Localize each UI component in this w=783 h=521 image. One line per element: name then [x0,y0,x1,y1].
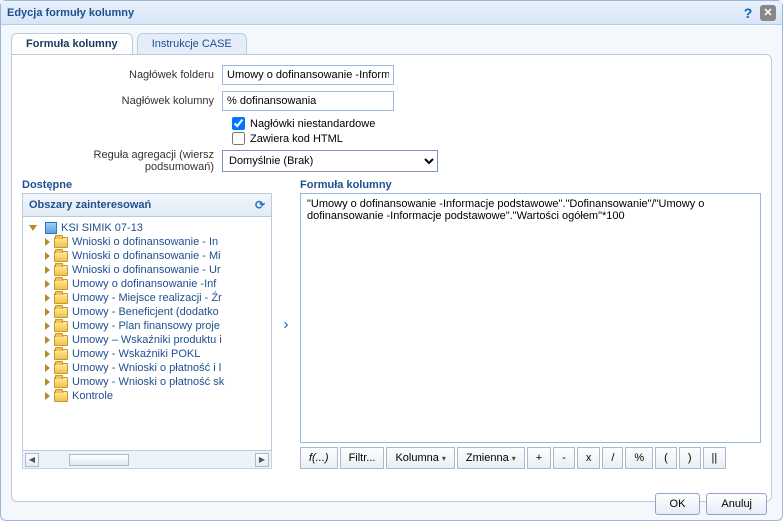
tree-item[interactable]: Umowy - Wnioski o płatność sk [45,375,269,389]
folder-icon [54,251,68,262]
scroll-right-icon[interactable]: ▶ [255,453,269,467]
chevron-right-icon [45,350,50,358]
plus-button[interactable]: + [527,447,551,469]
tree-item[interactable]: Umowy - Beneficjent (dodatko [45,305,269,319]
folder-header-label: Nagłówek folderu [22,69,222,81]
available-title: Dostępne [22,179,272,191]
custom-headers-checkbox[interactable] [232,117,245,130]
help-icon[interactable]: ? [740,5,756,21]
folder-icon [54,321,68,332]
chevron-right-icon [45,238,50,246]
folder-icon [54,307,68,318]
formula-toolbar: f(...) Filtr... Kolumna▾ Zmienna▾ + - x … [300,447,761,469]
variable-button[interactable]: Zmienna▾ [457,447,525,469]
titlebar: Edycja formuły kolumny ? ✕ [1,1,782,25]
agg-rule-select[interactable]: Domyślnie (Brak) [222,150,438,172]
tree-item[interactable]: Umowy - Plan finansowy proje [45,319,269,333]
refresh-icon[interactable]: ⟳ [255,198,265,212]
minus-button[interactable]: - [553,447,575,469]
fn-button[interactable]: f(...) [300,447,338,469]
formula-textarea[interactable]: "Umowy o dofinansowanie -Informacje pods… [307,198,754,438]
folder-icon [54,363,68,374]
folder-icon [54,391,68,402]
tree-item[interactable]: Kontrole [45,389,269,403]
multiply-button[interactable]: x [577,447,601,469]
chevron-down-icon: ▾ [442,454,446,463]
chevron-down-icon [29,225,37,231]
main-panel: Nagłówek folderu Nagłówek kolumny Nagłów… [11,54,772,502]
concat-button[interactable]: || [703,447,727,469]
column-header-label: Nagłówek kolumny [22,95,222,107]
folder-icon [54,349,68,360]
chevron-right-icon [45,322,50,330]
tree-item[interactable]: Wnioski o dofinansowanie - In [45,235,269,249]
tree-root[interactable]: KSI SIMIK 07-13 [29,221,269,235]
cube-icon [45,222,57,234]
subject-tree[interactable]: KSI SIMIK 07-13 Wnioski o dofinansowanie… [22,217,272,451]
chevron-right-icon [45,392,50,400]
tab-formula[interactable]: Formuła kolumny [11,33,133,54]
ok-button[interactable]: OK [655,493,701,515]
close-icon[interactable]: ✕ [760,5,776,21]
folder-icon [54,237,68,248]
window-title: Edycja formuły kolumny [7,7,134,19]
tree-item[interactable]: Umowy o dofinansowanie -Inf [45,277,269,291]
subject-areas-header[interactable]: Obszary zainteresowań ⟳ [22,193,272,217]
rparen-button[interactable]: ) [679,447,701,469]
column-header-input[interactable] [222,91,394,111]
scroll-left-icon[interactable]: ◀ [25,453,39,467]
folder-icon [54,265,68,276]
percent-button[interactable]: % [625,447,653,469]
folder-icon [54,279,68,290]
tree-item[interactable]: Umowy - Miejsce realizacji - Źr [45,291,269,305]
tree-item[interactable]: Umowy - Wnioski o płatność i l [45,361,269,375]
contains-html-label: Zawiera kod HTML [250,133,343,145]
tree-item[interactable]: Umowy – Wskaźniki produktu i [45,333,269,347]
tab-case[interactable]: Instrukcje CASE [137,33,247,54]
tab-strip: Formuła kolumny Instrukcje CASE [1,25,782,54]
divide-button[interactable]: / [602,447,623,469]
folder-icon [54,293,68,304]
agg-rule-label: Reguła agregacji (wiersz podsumowań) [22,149,222,173]
chevron-right-icon [45,294,50,302]
tree-hscrollbar[interactable]: ◀ ▶ [22,451,272,469]
tree-item[interactable]: Umowy - Wskaźniki POKL [45,347,269,361]
column-button[interactable]: Kolumna▾ [386,447,454,469]
lparen-button[interactable]: ( [655,447,677,469]
tree-item[interactable]: Wnioski o dofinansowanie - Ur [45,263,269,277]
formula-title: Formuła kolumny [300,179,761,191]
chevron-right-icon [45,336,50,344]
contains-html-checkbox[interactable] [232,132,245,145]
custom-headers-label: Nagłówki niestandardowe [250,118,375,130]
chevron-right-icon [45,266,50,274]
formula-textarea-wrap: "Umowy o dofinansowanie -Informacje pods… [300,193,761,443]
chevron-right-icon [45,378,50,386]
folder-header-input[interactable] [222,65,394,85]
chevron-right-icon [45,280,50,288]
folder-icon [54,377,68,388]
folder-icon [54,335,68,346]
cancel-button[interactable]: Anuluj [706,493,767,515]
scroll-thumb[interactable] [69,454,129,466]
chevron-right-icon [45,252,50,260]
chevron-down-icon: ▾ [512,454,516,463]
chevron-right-icon [45,308,50,316]
chevron-right-icon [45,364,50,372]
tree-item[interactable]: Wnioski o dofinansowanie - Mi [45,249,269,263]
move-right-button[interactable]: › [278,312,294,336]
filter-button[interactable]: Filtr... [340,447,385,469]
